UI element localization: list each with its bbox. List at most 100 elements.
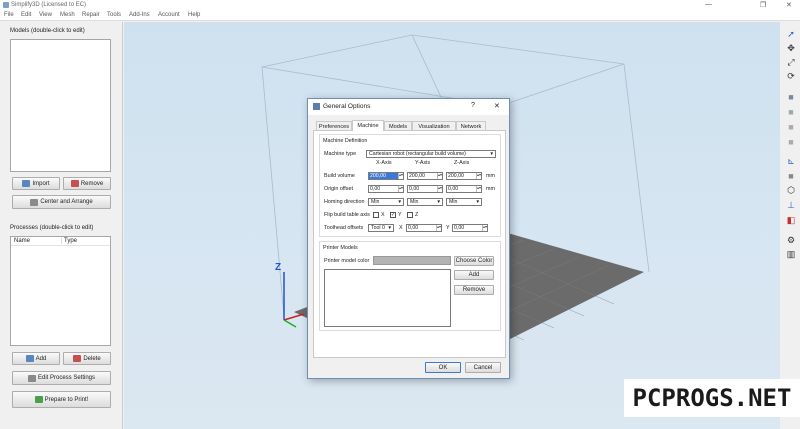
- toolhead-y-label: Y: [446, 225, 450, 231]
- origin-offset-unit: mm: [486, 186, 495, 192]
- z-axis-label: Z: [275, 262, 282, 273]
- printer-model-color-label: Printer model color: [324, 258, 370, 264]
- view-left-icon[interactable]: ■: [784, 120, 798, 133]
- homing-y-select[interactable]: Min ▼: [407, 198, 443, 206]
- z-axis-header: Z-Axis: [454, 160, 470, 166]
- view-right-icon[interactable]: ■: [784, 135, 798, 148]
- prepare-to-print-button[interactable]: Prepare to Print!: [12, 391, 111, 408]
- flip-y-label: Y: [398, 212, 402, 218]
- menu-account[interactable]: Account: [158, 12, 180, 18]
- build-volume-unit: mm: [486, 173, 495, 179]
- maximize-button[interactable]: ❐: [760, 1, 766, 9]
- help-button[interactable]: ?: [471, 102, 475, 109]
- choose-color-button[interactable]: Choose Color: [454, 256, 494, 266]
- origin-offset-label: Origin offset: [324, 186, 353, 192]
- x-axis-header: X-Axis: [376, 160, 392, 166]
- processes-table[interactable]: Name Type: [10, 236, 111, 346]
- scale-tool-icon[interactable]: ⤢: [784, 56, 798, 69]
- chevron-down-icon: ▼: [489, 151, 494, 156]
- chevron-down-icon: ▼: [475, 199, 480, 204]
- homing-direction-label: Homing direction: [324, 199, 365, 205]
- origin-offset-x[interactable]: 0,00 ▴▾: [368, 185, 404, 193]
- close-button[interactable]: ✕: [786, 1, 792, 9]
- dialog-title: General Options: [323, 103, 371, 110]
- dialog-title-bar: General Options ? ✕: [308, 99, 509, 115]
- center-arrange-button[interactable]: Center and Arrange: [12, 195, 111, 209]
- gear-icon[interactable]: ⚙: [784, 234, 798, 247]
- flip-build-table-label: Flip build table axis: [324, 212, 370, 218]
- machine-type-label: Machine type: [324, 151, 357, 157]
- x-axis-line: [283, 313, 305, 321]
- menu-add-ins[interactable]: Add-Ins: [129, 12, 150, 18]
- menu-repair[interactable]: Repair: [82, 12, 100, 18]
- axes-icon[interactable]: ⊾: [784, 155, 798, 168]
- printer-models-list[interactable]: [324, 269, 451, 327]
- printer-models-title: Printer Models: [323, 245, 358, 251]
- remove-model-button[interactable]: Remove: [454, 285, 494, 295]
- cancel-button[interactable]: Cancel: [465, 362, 501, 373]
- right-toolbar: ➚ ✥ ⤢ ⟳ ■ ■ ■ ■ ⊾ ■ ⬡ ⊥ ◧ ⚙ ▥: [782, 26, 800, 276]
- build-volume-y[interactable]: 200,00 ▴▾: [407, 172, 443, 180]
- menu-view[interactable]: View: [39, 12, 52, 18]
- print-icon: [34, 396, 43, 403]
- menu-tools[interactable]: Tools: [107, 12, 121, 18]
- title-bar: Simplify3D (Licensed to EC) — ❐ ✕: [0, 0, 800, 11]
- view-top-icon[interactable]: ■: [784, 90, 798, 103]
- add-process-button[interactable]: Add: [12, 352, 60, 365]
- tab-machine[interactable]: Machine: [352, 120, 384, 131]
- toolhead-y-field[interactable]: 0,00 ▴▾: [452, 224, 488, 232]
- printer-models-group: Printer Models Printer model color Choos…: [319, 241, 501, 331]
- layers-icon[interactable]: ▥: [784, 248, 798, 261]
- delete-icon: [73, 355, 82, 362]
- flip-x-checkbox[interactable]: [373, 212, 379, 218]
- view-front-icon[interactable]: ■: [784, 105, 798, 118]
- import-button[interactable]: Import: [12, 177, 60, 190]
- origin-offset-z[interactable]: 0,00 ▴▾: [446, 185, 482, 193]
- toolhead-offsets-label: Toolhead offsets: [324, 225, 364, 231]
- build-volume-x[interactable]: 200,00 ▴▾: [368, 172, 404, 180]
- machine-tab-panel: Machine Definition Machine type Cartesia…: [313, 130, 506, 358]
- homing-z-select[interactable]: Min ▼: [446, 198, 482, 206]
- chevron-down-icon: ▼: [436, 199, 441, 204]
- menu-bar: File Edit View Mesh Repair Tools Add-Ins…: [0, 11, 800, 21]
- machine-type-select[interactable]: Cartesian robot (rectangular build volum…: [366, 150, 496, 158]
- menu-help[interactable]: Help: [188, 12, 200, 18]
- col-type: Type: [61, 238, 77, 244]
- menu-edit[interactable]: Edit: [21, 12, 31, 18]
- origin-offset-y[interactable]: 0,00 ▴▾: [407, 185, 443, 193]
- remove-button[interactable]: Remove: [63, 177, 111, 190]
- delete-process-button[interactable]: Delete: [63, 352, 111, 365]
- support-icon[interactable]: ⊥: [784, 199, 798, 212]
- left-panel: Models (double-click to edit) Import Rem…: [0, 22, 123, 429]
- flip-y-checkbox[interactable]: ✓: [390, 212, 396, 218]
- cube-icon[interactable]: ⬡: [784, 184, 798, 197]
- edit-process-settings-button[interactable]: Edit Process Settings: [12, 371, 111, 385]
- ok-button[interactable]: OK: [425, 362, 461, 373]
- table-header: Name Type: [11, 237, 110, 246]
- menu-file[interactable]: File: [4, 12, 14, 18]
- minimize-button[interactable]: —: [705, 1, 712, 8]
- flip-x-label: X: [381, 212, 385, 218]
- cut-icon[interactable]: ◧: [784, 214, 798, 227]
- watermark: PCPROGS.NET: [624, 379, 800, 417]
- toolhead-select[interactable]: Tool 0 ▼: [368, 224, 394, 232]
- dialog-close-button[interactable]: ✕: [494, 102, 500, 110]
- flip-z-checkbox[interactable]: [407, 212, 413, 218]
- rotate-tool-icon[interactable]: ⟳: [784, 70, 798, 83]
- iso-view-icon[interactable]: ■: [784, 169, 798, 182]
- homing-x-select[interactable]: Min ▼: [368, 198, 404, 206]
- processes-label: Processes (double-click to edit): [10, 225, 94, 231]
- select-tool-icon[interactable]: ➚: [784, 28, 798, 41]
- build-volume-z[interactable]: 200,00 ▴▾: [446, 172, 482, 180]
- general-options-dialog: General Options ? ✕ Preferences Machine …: [307, 98, 510, 379]
- app-icon: [3, 2, 9, 8]
- add-model-button[interactable]: Add: [454, 270, 494, 280]
- models-list[interactable]: [10, 39, 111, 172]
- toolhead-x-field[interactable]: 0,00 ▴▾: [406, 224, 442, 232]
- machine-definition-title: Machine Definition: [323, 138, 368, 144]
- move-tool-icon[interactable]: ✥: [784, 42, 798, 55]
- y-axis-line: [283, 319, 297, 328]
- menu-mesh[interactable]: Mesh: [60, 12, 75, 18]
- add-icon: [25, 355, 34, 362]
- col-name: Name: [14, 238, 31, 244]
